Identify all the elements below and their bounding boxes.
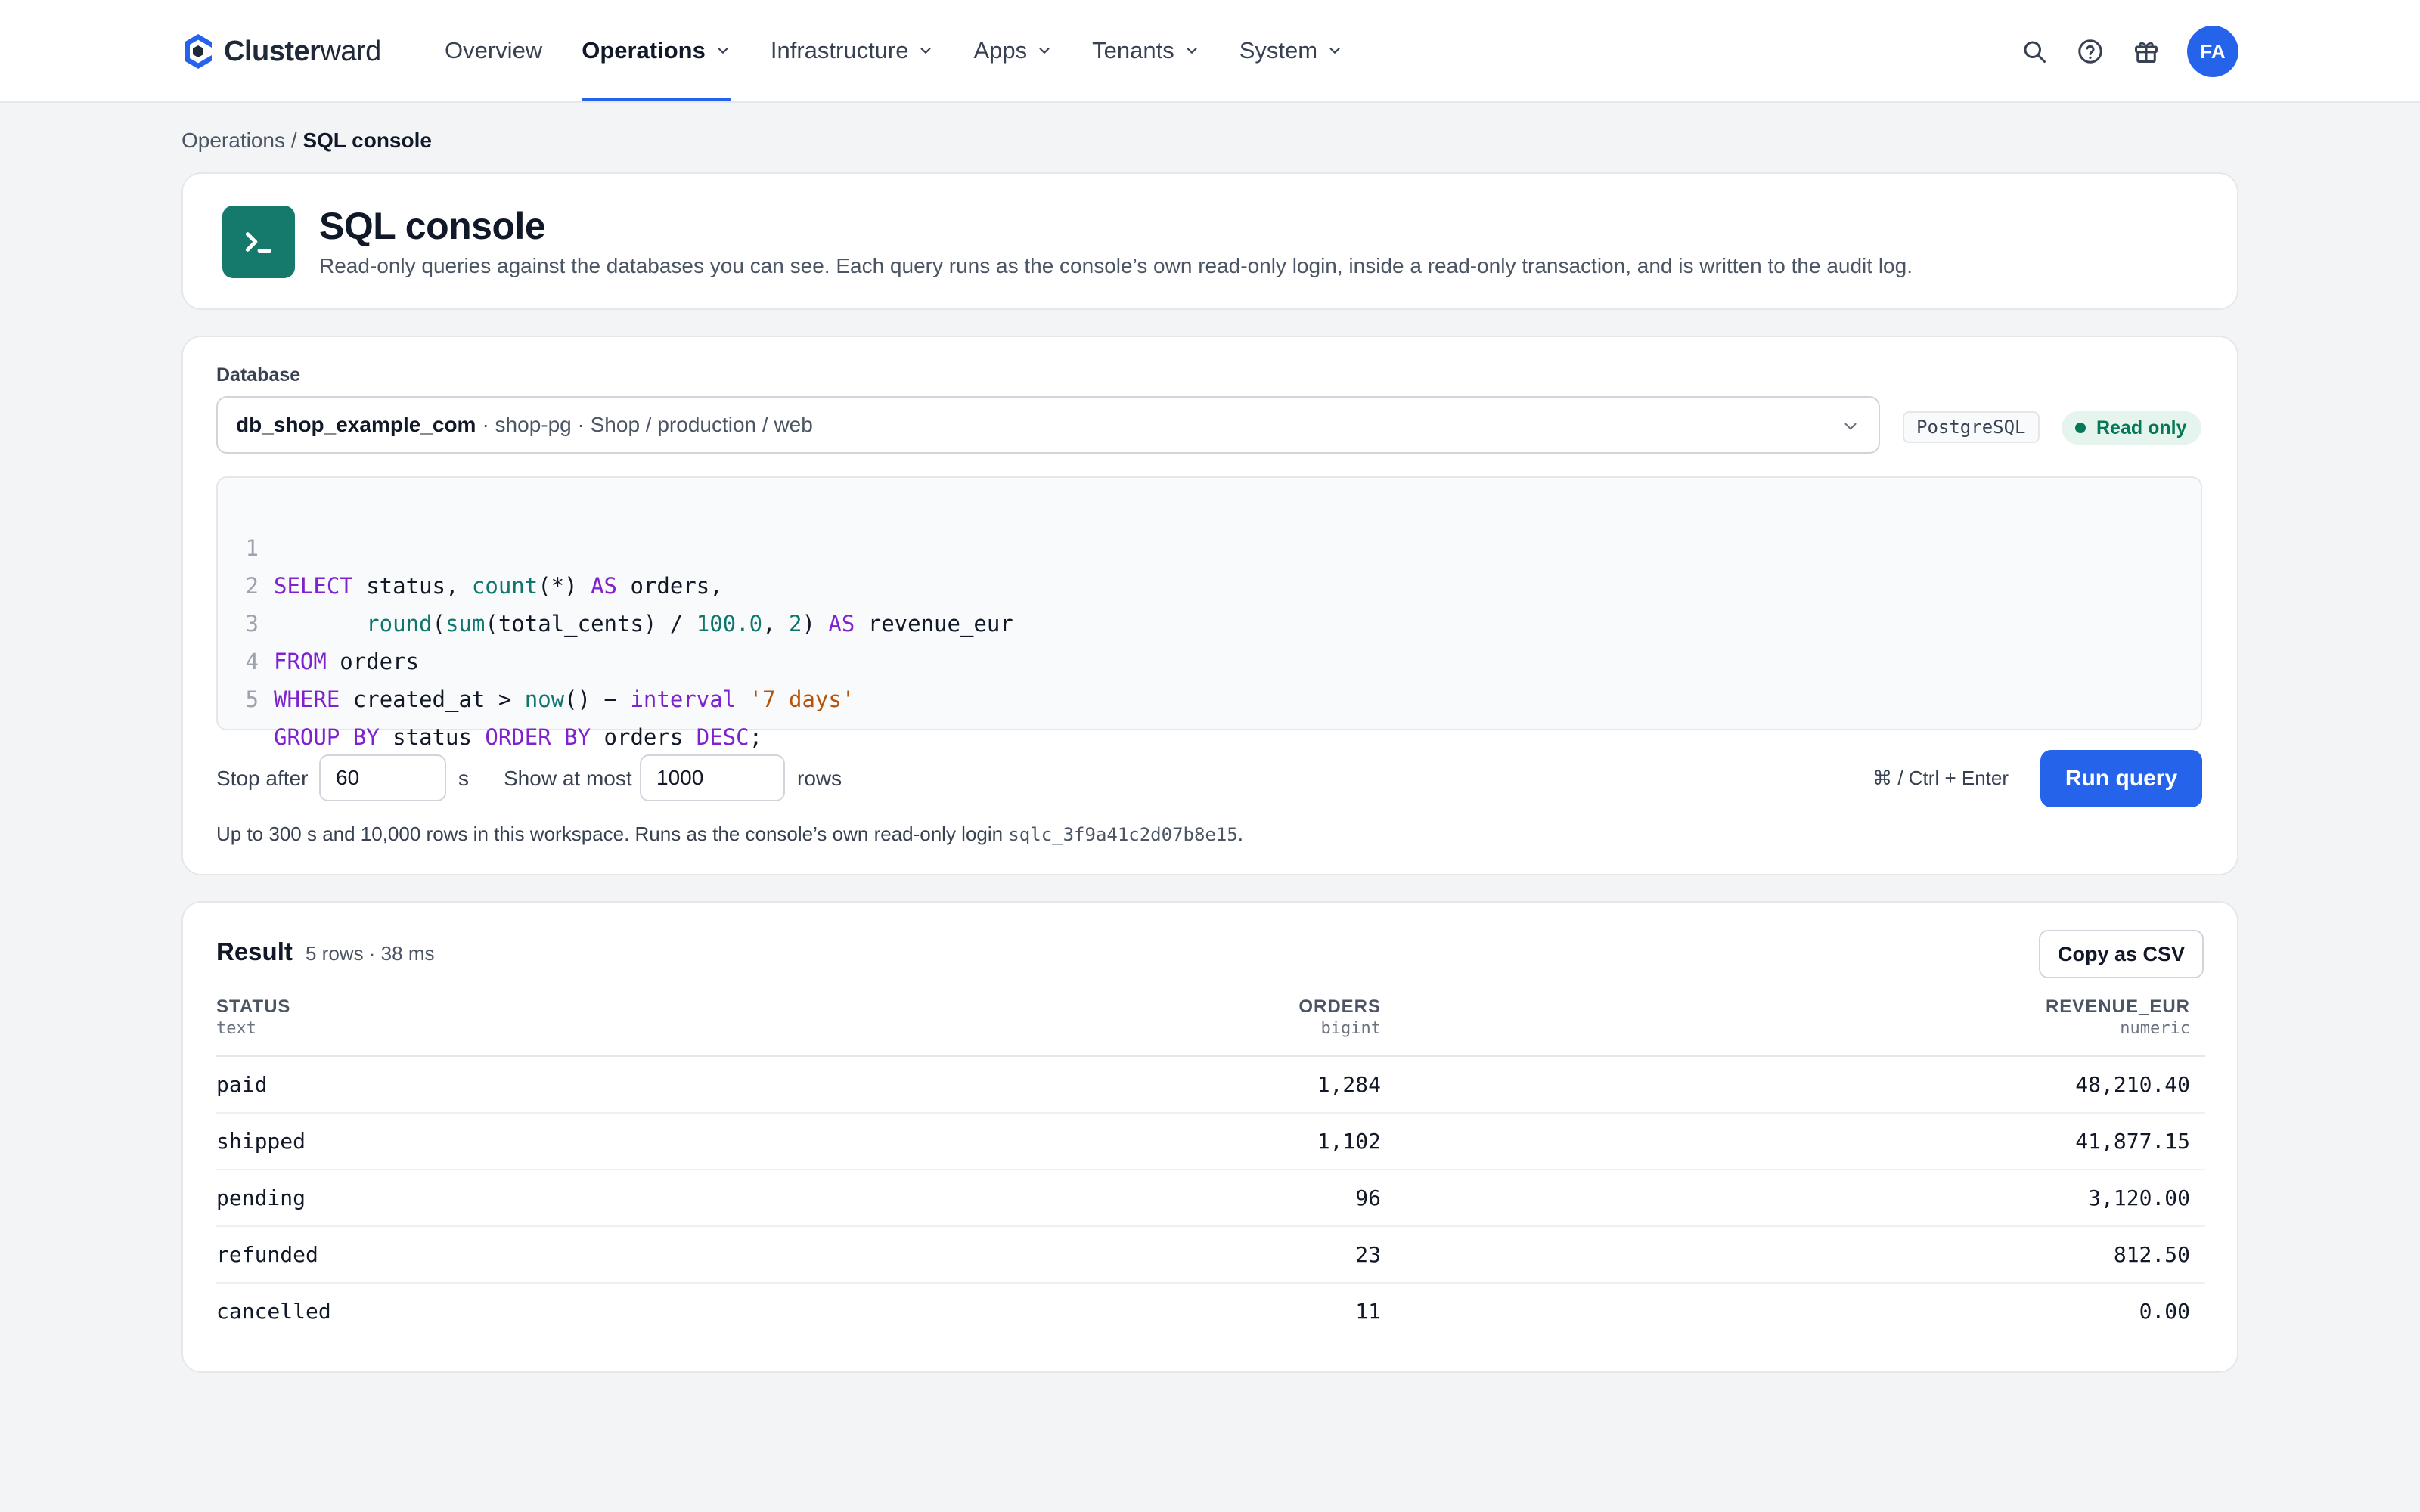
chevron-down-icon — [1329, 48, 1340, 54]
code-line: 3 FROM orders — [218, 567, 420, 674]
result-title: Result — [216, 937, 293, 965]
cell-status: refunded — [216, 1242, 318, 1267]
table-row: pending 96 3,120.00 — [216, 1170, 2205, 1227]
cell-orders: 96 — [1355, 1185, 1381, 1210]
database-name: db_shop_example_com — [236, 413, 476, 436]
nav-tenants[interactable]: Tenants — [1092, 0, 1200, 101]
cell-status: paid — [216, 1072, 268, 1097]
nav-actions: FA — [1993, 26, 2238, 77]
nav-infrastructure[interactable]: Infrastructure — [771, 0, 935, 101]
code-line: 2 round(sum(total_cents) / 100.0, 2) AS … — [218, 529, 1013, 637]
nav-operations[interactable]: Operations — [582, 0, 731, 101]
read-only-badge: Read only — [2062, 411, 2202, 445]
breadcrumb-separator: / — [284, 129, 303, 152]
breadcrumb: Operations / SQL console — [182, 129, 432, 153]
search-icon — [2024, 41, 2046, 63]
cell-orders: 1,284 — [1317, 1072, 1381, 1097]
database-meta: · shop-pg · Shop / production / web — [482, 413, 813, 436]
nav-apps[interactable]: Apps — [973, 0, 1053, 101]
gift-icon — [2135, 42, 2158, 63]
chevron-down-icon — [920, 48, 932, 54]
stop-after-label: Stop after — [216, 767, 309, 790]
cell-revenue: 41,877.15 — [2075, 1129, 2190, 1154]
database-label: Database — [216, 364, 301, 386]
help-circle-icon — [2078, 39, 2102, 64]
cell-revenue: 48,210.40 — [2075, 1072, 2190, 1097]
code-line: 1 SELECT status, count(*) AS orders, — [218, 491, 723, 599]
table-row: paid 1,284 48,210.40 — [216, 1057, 2205, 1114]
keyboard-shortcut-hint: ⌘ / Ctrl + Enter — [1872, 767, 2009, 789]
timeout-unit: s — [458, 767, 469, 790]
limits-help-text: Up to 300 s and 10,000 rows in this work… — [216, 823, 1244, 845]
query-options: Stop after 60 s Show at most 1000 rows ⌘… — [216, 750, 2202, 807]
nav-system[interactable]: System — [1239, 0, 1343, 101]
column-type-revenue: numeric — [2120, 1019, 2190, 1038]
cell-status: pending — [216, 1185, 306, 1210]
row-limit-unit: rows — [797, 767, 842, 790]
cell-orders: 23 — [1355, 1242, 1381, 1267]
brand-name: Clusterward — [224, 35, 381, 67]
cell-orders: 1,102 — [1317, 1129, 1381, 1154]
main-menu: Overview Operations Infrastructure Apps … — [445, 0, 1382, 101]
read-only-label: Read only — [2096, 417, 2187, 438]
cell-revenue: 3,120.00 — [2088, 1185, 2190, 1210]
column-type-status: text — [216, 1019, 256, 1038]
clusterward-logo-icon — [185, 34, 212, 69]
user-avatar[interactable]: FA — [2187, 26, 2238, 77]
column-header-revenue[interactable]: REVENUE_EUR — [2046, 996, 2190, 1018]
engine-badge: PostgreSQL — [1903, 411, 2040, 443]
cell-revenue: 0.00 — [2139, 1299, 2190, 1324]
table-row: cancelled 11 0.00 — [216, 1284, 2205, 1340]
table-row: refunded 23 812.50 — [216, 1227, 2205, 1284]
line-number: 5 — [245, 686, 259, 712]
page-title: SQL console — [319, 205, 546, 247]
cell-orders: 11 — [1355, 1299, 1381, 1324]
chevron-down-icon — [718, 48, 728, 54]
copy-csv-button[interactable]: Copy as CSV — [2039, 930, 2204, 978]
sql-editor[interactable]: 1 SELECT status, count(*) AS orders, 2 r… — [216, 476, 2202, 750]
top-navigation: Clusterward Overview Operations Infrastr… — [0, 0, 2420, 103]
breadcrumb-current: SQL console — [302, 129, 432, 152]
page-header: SQL console Read-only queries against th… — [182, 172, 2238, 310]
table-row: shipped 1,102 41,877.15 — [216, 1114, 2205, 1170]
table-header: STATUS text ORDERS bigint REVENUE_EUR nu… — [216, 996, 2205, 1057]
column-type-orders: bigint — [1320, 1019, 1381, 1038]
show-at-most-label: Show at most — [504, 767, 632, 790]
status-dot-icon — [2075, 423, 2086, 433]
database-select[interactable]: db_shop_example_com · shop-pg · Shop / p… — [216, 396, 1880, 454]
chevron-down-icon — [1039, 48, 1050, 54]
whats-new-button[interactable] — [2131, 36, 2161, 67]
result-panel: Result 5 rows · 38 ms Copy as CSV STATUS… — [182, 901, 2238, 1373]
terminal-icon — [222, 206, 295, 278]
column-header-status[interactable]: STATUS — [216, 996, 290, 1018]
code-line: 4 WHERE created_at > now() − interval '7… — [218, 605, 855, 712]
nav-overview[interactable]: Overview — [445, 0, 542, 101]
breadcrumb-operations[interactable]: Operations — [182, 129, 285, 152]
brand-logo[interactable]: Clusterward — [182, 30, 381, 73]
chevron-down-icon — [1844, 423, 1857, 430]
cell-status: shipped — [216, 1129, 306, 1154]
page-description: Read-only queries against the databases … — [319, 254, 1913, 277]
result-meta: 5 rows · 38 ms — [306, 942, 435, 965]
help-button[interactable] — [2075, 36, 2105, 67]
login-name: sqlc_3f9a41c2d07b8e15 — [1008, 824, 1238, 845]
chevron-down-icon — [1187, 48, 1197, 54]
query-panel: Database db_shop_example_com · shop-pg ·… — [182, 336, 2238, 875]
cell-status: cancelled — [216, 1299, 331, 1324]
code-line: 5 GROUP BY status ORDER BY orders DESC; — [218, 643, 763, 750]
result-table: STATUS text ORDERS bigint REVENUE_EUR nu… — [216, 996, 2205, 1340]
search-button[interactable] — [2019, 36, 2049, 67]
run-query-button[interactable]: Run query — [2040, 750, 2202, 807]
timeout-input[interactable]: 60 — [319, 754, 446, 801]
column-header-orders[interactable]: ORDERS — [1298, 996, 1381, 1018]
row-limit-input[interactable]: 1000 — [640, 754, 785, 801]
cell-revenue: 812.50 — [2113, 1242, 2190, 1267]
